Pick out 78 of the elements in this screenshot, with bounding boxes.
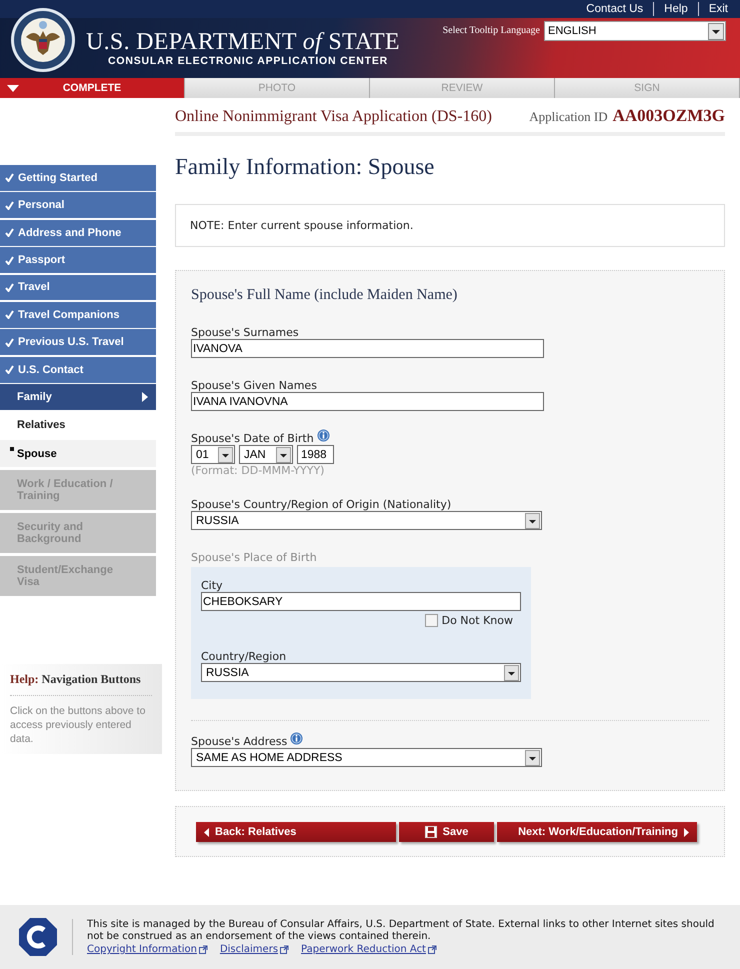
progress-tab[interactable]: COMPLETE [0, 78, 185, 98]
check-icon [5, 365, 14, 374]
application-id-label: Application ID [529, 109, 608, 125]
year-field[interactable]: 1988 [297, 445, 334, 464]
field-label: Spouse's Date of Birth [191, 432, 314, 445]
info-icon[interactable] [290, 732, 304, 745]
tooltip-language-label: Select Tooltip Language [442, 25, 540, 36]
application-title: Online Nonimmigrant Visa Application (DS-160) [175, 108, 493, 126]
text-field[interactable]: IVANOVA [191, 339, 544, 358]
footer-link[interactable]: Copyright Information [87, 944, 208, 955]
checkbox[interactable] [424, 614, 438, 627]
check-icon [5, 200, 14, 210]
sidebar-item[interactable]: Address and Phone [0, 220, 156, 246]
field-label: Country/Region [201, 650, 288, 663]
site-subtitle: CONSULAR ELECTRONIC APPLICATION CENTER [108, 55, 390, 67]
sidebar-item[interactable]: Family [0, 384, 156, 410]
footer-link[interactable]: Paperwork Reduction Act [301, 944, 437, 955]
text-field[interactable]: IVANA IVANOVNA [191, 392, 544, 411]
section-title: Spouse's Full Name (include Maiden Name) [191, 287, 458, 304]
footer-link[interactable]: Disclaimers [220, 944, 290, 955]
check-icon [5, 282, 14, 292]
sidebar-item: Work / Education / Training [0, 470, 156, 510]
sidebar-item: Security and Background [0, 513, 156, 554]
seal-logo [10, 7, 76, 73]
select-field[interactable]: RUSSIA [191, 511, 542, 530]
month-select[interactable]: JAN [239, 445, 293, 464]
top-link[interactable]: Help [664, 3, 688, 15]
page-title: Family Information: Spouse [175, 154, 436, 180]
check-icon [5, 256, 14, 265]
note-text: NOTE: Enter current spouse information. [190, 219, 414, 232]
sidebar-item[interactable]: Personal [0, 192, 156, 218]
field-label: City [201, 579, 224, 592]
day-select[interactable]: 01 [191, 445, 235, 464]
left-arrow-icon [204, 828, 209, 836]
info-icon[interactable] [316, 429, 330, 442]
caret-icon [7, 85, 19, 92]
sidebar-item[interactable]: Getting Started [0, 165, 156, 191]
check-icon [5, 338, 14, 347]
external-link-icon [280, 945, 290, 954]
top-link[interactable]: Exit [708, 3, 728, 15]
site-title: U.S. DEPARTMENT of STATE [86, 29, 400, 55]
octagon-logo [18, 917, 58, 957]
external-link-icon [428, 945, 437, 954]
sidebar-item[interactable]: Spouse [0, 440, 156, 468]
next-button[interactable]: Next: Work/Education/Training [497, 822, 697, 842]
help-title: Navigation Buttons [42, 672, 141, 686]
sidebar-item: Student/Exchange Visa [0, 556, 156, 596]
right-arrow-icon [684, 828, 689, 836]
group-label: Spouse's Place of Birth [191, 551, 317, 564]
help-label: Help: [10, 672, 39, 686]
sidebar-item[interactable]: Previous U.S. Travel [0, 329, 156, 356]
select-field[interactable]: SAME AS HOME ADDRESS [191, 748, 542, 767]
language-select[interactable]: ENGLISH [544, 21, 726, 41]
field-label: Spouse's Given Names [191, 379, 317, 392]
format-hint: (Format: DD-MMM-YYYY) [191, 464, 324, 477]
arrow-icon [142, 392, 148, 402]
bullet-icon [10, 447, 14, 452]
checkbox-label: Do Not Know [442, 614, 513, 627]
sidebar-item[interactable]: Travel Companions [0, 302, 156, 328]
save-button[interactable]: Save [399, 822, 494, 842]
text-field[interactable]: CHEBOKSARY [201, 592, 521, 611]
help-text: Click on the buttons above to access previously entered data. [10, 704, 146, 746]
check-icon [5, 228, 14, 238]
check-icon [5, 173, 14, 182]
back-button[interactable]: Back: Relatives [196, 822, 396, 842]
sidebar-item[interactable]: Relatives [0, 412, 156, 439]
footer-text: This site is managed by the Bureau of Consular Affairs, U.S. Department of State. External links to other Internet sites should not be construed as an endorsement of the views contained therein. [87, 919, 716, 943]
application-id: AA003OZM3G [612, 106, 725, 126]
sidebar-item[interactable]: U.S. Contact [0, 356, 156, 383]
field-label: Spouse's Address [191, 735, 288, 748]
sidebar-item[interactable]: Travel [0, 274, 156, 300]
check-icon [5, 310, 14, 320]
field-label: Spouse's Surnames [191, 326, 299, 339]
select-field[interactable]: RUSSIA [201, 663, 521, 682]
top-link[interactable]: Contact Us [586, 3, 644, 15]
external-link-icon [198, 945, 208, 954]
sidebar-item[interactable]: Passport [0, 247, 156, 273]
field-label: Spouse's Country/Region of Origin (Nationality) [191, 498, 452, 511]
